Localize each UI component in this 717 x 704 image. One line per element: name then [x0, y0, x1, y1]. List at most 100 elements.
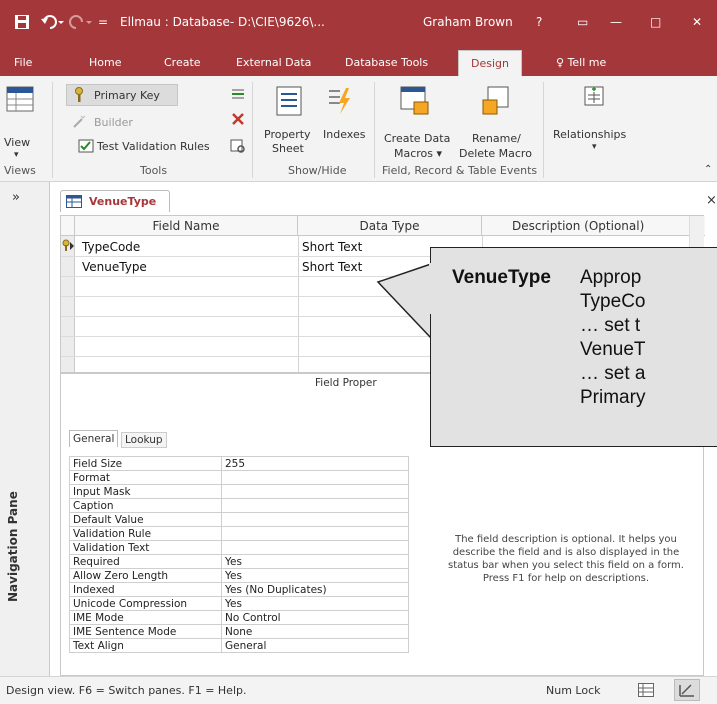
- create-data-macros-icon[interactable]: [400, 86, 430, 116]
- maximize-button[interactable]: □: [650, 15, 661, 29]
- property-value[interactable]: No Control: [221, 610, 409, 625]
- field-name-cell[interactable]: TypeCode: [82, 240, 140, 254]
- tab-external-data[interactable]: External Data: [236, 56, 311, 69]
- collapse-ribbon-icon[interactable]: ⌃: [704, 164, 712, 175]
- customize-qat-icon[interactable]: =: [98, 15, 108, 29]
- column-header-field-name: Field Name: [75, 216, 298, 236]
- annotation-callout: VenueType Approp TypeCo … set t VenueT ……: [390, 247, 717, 447]
- property-name: Format: [69, 470, 222, 485]
- row-selector-header: [61, 216, 75, 236]
- property-row[interactable]: Validation Rule: [69, 526, 409, 541]
- tab-database-tools[interactable]: Database Tools: [345, 56, 428, 69]
- test-validation-button[interactable]: Test Validation Rules: [97, 140, 210, 153]
- property-row[interactable]: Format: [69, 470, 409, 485]
- tell-me-search[interactable]: ♀ Tell me: [556, 56, 606, 69]
- relationships-icon[interactable]: [584, 86, 604, 106]
- ribbon-options-icon[interactable]: ▭: [577, 15, 588, 29]
- document-tab[interactable]: VenueType: [60, 190, 170, 212]
- property-value[interactable]: [221, 484, 409, 499]
- property-value[interactable]: Yes: [221, 568, 409, 583]
- tab-file[interactable]: File: [14, 56, 32, 69]
- property-value[interactable]: 255: [221, 456, 409, 471]
- user-name[interactable]: Graham Brown: [423, 15, 513, 29]
- create-data-macros-dropdown[interactable]: Macros ▾: [394, 147, 442, 160]
- expand-nav-button[interactable]: »: [12, 190, 20, 205]
- relationships-dropdown-icon[interactable]: ▾: [592, 142, 597, 152]
- delete-rows-icon[interactable]: [230, 111, 246, 127]
- lightbulb-icon: ♀: [556, 56, 568, 69]
- property-value[interactable]: [221, 526, 409, 541]
- help-button[interactable]: ?: [536, 15, 542, 29]
- tab-create[interactable]: Create: [164, 56, 201, 69]
- indexes-button[interactable]: Indexes: [323, 128, 365, 141]
- num-lock-indicator: Num Lock: [546, 684, 601, 697]
- property-value[interactable]: [221, 540, 409, 555]
- rename-delete-macro-button[interactable]: Rename/: [472, 132, 521, 145]
- save-icon[interactable]: [14, 14, 30, 30]
- callout-title: VenueType: [452, 267, 551, 288]
- property-name: Input Mask: [69, 484, 222, 499]
- property-row[interactable]: Caption: [69, 498, 409, 513]
- tab-general[interactable]: General: [69, 430, 119, 447]
- create-data-macros-button[interactable]: Create Data: [384, 132, 450, 145]
- data-type-cell[interactable]: Short Text: [302, 260, 362, 274]
- undo-icon[interactable]: [40, 14, 64, 30]
- datasheet-view-icon[interactable]: [638, 683, 654, 697]
- insert-rows-icon[interactable]: [230, 86, 246, 102]
- ribbon-tabs: File Home Create External Data Database …: [0, 46, 717, 76]
- close-button[interactable]: ✕: [692, 15, 702, 29]
- property-row[interactable]: IME Mode No Control: [69, 610, 409, 625]
- tell-me-label: Tell me: [567, 56, 607, 69]
- callout-line-3: … set t: [580, 315, 641, 336]
- view-button[interactable]: View: [4, 136, 30, 149]
- property-name: Validation Text: [69, 540, 222, 555]
- navigation-pane[interactable]: » Navigation Pane: [0, 182, 50, 676]
- primary-key-label: Primary Key: [94, 89, 160, 102]
- field-name-cell[interactable]: VenueType: [82, 260, 147, 274]
- property-row[interactable]: Field Size 255: [69, 456, 409, 471]
- property-row[interactable]: IME Sentence Mode None: [69, 624, 409, 639]
- data-type-cell[interactable]: Short Text: [302, 240, 362, 254]
- column-header-description: Description (Optional): [482, 216, 705, 236]
- property-sheet-button[interactable]: Property: [264, 128, 311, 141]
- property-row[interactable]: Indexed Yes (No Duplicates): [69, 582, 409, 597]
- property-row[interactable]: Allow Zero Length Yes: [69, 568, 409, 583]
- property-value[interactable]: [221, 498, 409, 513]
- callout-line-5: … set a: [580, 363, 646, 384]
- redo-icon[interactable]: [68, 14, 92, 30]
- help-text-line-2: describe the field and is also displayed…: [452, 547, 680, 558]
- rename-delete-macro-icon[interactable]: [482, 86, 512, 116]
- view-dropdown-icon[interactable]: ▾: [14, 150, 19, 160]
- callout-line-1: Approp: [580, 267, 642, 288]
- ribbon-separator: [543, 82, 544, 178]
- property-value[interactable]: Yes: [221, 596, 409, 611]
- property-sheet-label-2: Sheet: [272, 142, 304, 155]
- property-row[interactable]: Unicode Compression Yes: [69, 596, 409, 611]
- indexes-icon[interactable]: [326, 86, 352, 116]
- property-value[interactable]: Yes (No Duplicates): [221, 582, 409, 597]
- property-value[interactable]: Yes: [221, 554, 409, 569]
- tab-lookup[interactable]: Lookup: [121, 432, 167, 448]
- property-value[interactable]: [221, 470, 409, 485]
- tab-design[interactable]: Design: [458, 50, 522, 76]
- property-value[interactable]: [221, 512, 409, 527]
- property-value[interactable]: None: [221, 624, 409, 639]
- relationships-button[interactable]: Relationships: [553, 128, 626, 141]
- view-icon[interactable]: [6, 86, 34, 112]
- property-row[interactable]: Validation Text: [69, 540, 409, 555]
- property-row[interactable]: Default Value: [69, 512, 409, 527]
- property-row[interactable]: Input Mask: [69, 484, 409, 499]
- document-tab-label: VenueType: [89, 195, 157, 208]
- close-document-button[interactable]: ×: [706, 193, 717, 208]
- property-value[interactable]: General: [221, 638, 409, 653]
- builder-button[interactable]: Builder: [94, 116, 133, 129]
- property-sheet-icon[interactable]: [276, 86, 302, 116]
- modify-lookups-icon[interactable]: [230, 138, 246, 154]
- tab-home[interactable]: Home: [89, 56, 121, 69]
- property-row[interactable]: Required Yes: [69, 554, 409, 569]
- minimize-button[interactable]: —: [610, 15, 622, 29]
- tools-group-label: Tools: [140, 164, 168, 177]
- field-properties-title: Field Proper: [315, 377, 377, 389]
- property-row[interactable]: Text Align General: [69, 638, 409, 653]
- help-text-line-3: status bar when you select this field on…: [448, 560, 684, 571]
